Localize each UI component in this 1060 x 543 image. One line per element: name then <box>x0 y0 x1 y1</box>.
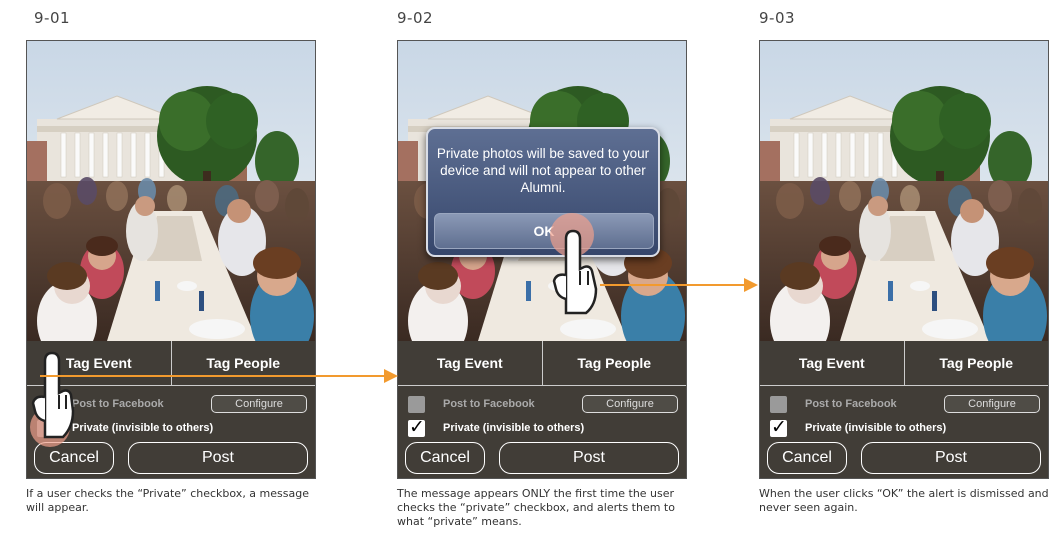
private-alert-dialog: Private photos will be saved to your dev… <box>426 127 660 257</box>
tag-row: Tag Event Tag People <box>760 341 1048 386</box>
facebook-option: Post to Facebook Configure <box>408 393 678 415</box>
phone-screen: Tag Event Tag People Post to Facebook Co… <box>397 40 687 479</box>
arrow-right-icon <box>600 278 758 292</box>
post-controls: Tag Event Tag People Post to Facebook Co… <box>398 341 686 478</box>
panel-label: 9-02 <box>397 9 434 27</box>
private-checkbox[interactable] <box>770 416 787 438</box>
action-row: Cancel Post <box>767 442 1041 474</box>
panel-9-02: 9-02 Tag Event Tag People Post to Facebo… <box>397 0 697 543</box>
tag-row: Tag Event Tag People <box>398 341 686 386</box>
alert-message: Private photos will be saved to your dev… <box>436 146 650 195</box>
action-row: Cancel Post <box>405 442 679 474</box>
private-option: Private (invisible to others) <box>408 416 678 439</box>
caption: The message appears ONLY the first time … <box>397 487 675 528</box>
private-label: Private (invisible to others) <box>72 422 214 434</box>
tag-people-button[interactable]: Tag People <box>541 341 687 385</box>
phone-screen: Tag Event Tag People Post to Facebook Co… <box>26 40 316 479</box>
configure-button[interactable]: Configure <box>582 395 678 413</box>
post-button[interactable]: Post <box>128 442 308 474</box>
pointing-hand-icon <box>552 229 598 315</box>
post-button[interactable]: Post <box>499 442 679 474</box>
panel-9-03: 9-03 Tag Event Tag People Post to Facebo… <box>759 0 1059 543</box>
facebook-checkbox[interactable] <box>770 395 787 413</box>
facebook-option: Post to Facebook Configure <box>37 393 307 415</box>
caption: If a user checks the “Private” checkbox,… <box>26 487 309 514</box>
alert-ok-button[interactable]: OK <box>434 213 654 249</box>
action-row: Cancel Post <box>34 442 308 474</box>
private-option: Private (invisible to others) <box>37 417 307 439</box>
facebook-label: Post to Facebook <box>443 398 535 410</box>
event-photo <box>760 41 1048 341</box>
facebook-label: Post to Facebook <box>805 398 897 410</box>
post-controls: Tag Event Tag People Post to Facebook Co… <box>760 341 1048 478</box>
tag-event-button[interactable]: Tag Event <box>760 341 904 385</box>
facebook-checkbox[interactable] <box>408 395 425 413</box>
arrow-right-icon <box>40 369 398 383</box>
tag-people-button[interactable]: Tag People <box>903 341 1049 385</box>
private-label: Private (invisible to others) <box>805 422 947 434</box>
phone-screen: Tag Event Tag People Post to Facebook Co… <box>759 40 1049 479</box>
private-label: Private (invisible to others) <box>443 422 585 434</box>
configure-button[interactable]: Configure <box>944 395 1040 413</box>
post-button[interactable]: Post <box>861 442 1041 474</box>
cancel-button[interactable]: Cancel <box>767 442 847 474</box>
configure-button[interactable]: Configure <box>211 395 307 413</box>
facebook-label: Post to Facebook <box>72 398 164 410</box>
panel-label: 9-03 <box>759 9 796 27</box>
event-photo <box>27 41 315 341</box>
pointing-hand-icon <box>31 351 75 439</box>
cancel-button[interactable]: Cancel <box>34 442 114 474</box>
tag-event-button[interactable]: Tag Event <box>398 341 542 385</box>
caption: When the user clicks “OK” the alert is d… <box>759 487 1049 514</box>
cancel-button[interactable]: Cancel <box>405 442 485 474</box>
panel-label: 9-01 <box>34 9 71 27</box>
private-option: Private (invisible to others) <box>770 416 1040 439</box>
facebook-option: Post to Facebook Configure <box>770 393 1040 415</box>
private-checkbox[interactable] <box>408 416 425 438</box>
panel-9-01: 9-01 Tag Event Tag People Post to Facebo… <box>26 0 334 543</box>
